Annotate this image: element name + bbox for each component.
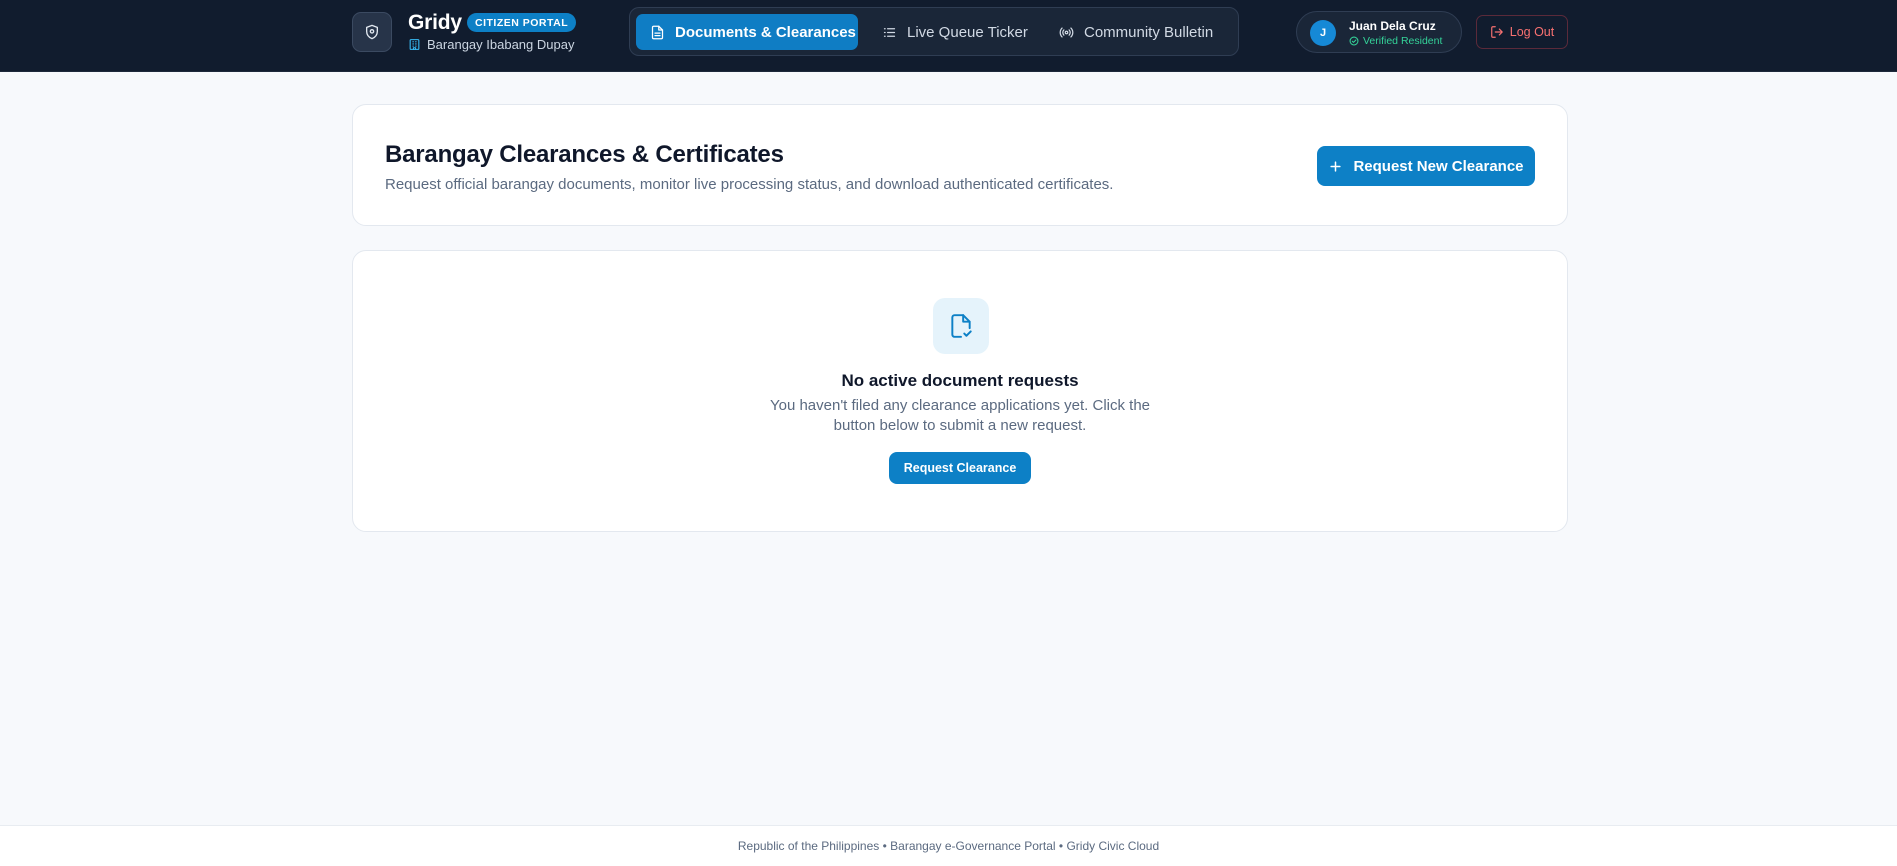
page-header-card: Barangay Clearances & Certificates Reque… <box>352 104 1568 226</box>
main-tabs: Documents & Clearances Live Queue Ticker… <box>629 7 1239 56</box>
check-circle-icon <box>1349 36 1359 46</box>
verification-status-label: Verified Resident <box>1363 35 1443 47</box>
tab-live-queue-ticker[interactable]: Live Queue Ticker <box>868 14 1042 50</box>
citizen-portal-badge: CITIZEN PORTAL <box>467 13 577 32</box>
empty-state-card: No active document requests You haven't … <box>352 250 1568 532</box>
plus-icon <box>1328 159 1343 174</box>
tab-label: Documents & Clearances <box>675 23 856 41</box>
broadcast-icon <box>1059 25 1074 40</box>
tab-label: Community Bulletin <box>1084 23 1214 41</box>
request-clearance-button[interactable]: Request Clearance <box>889 452 1031 484</box>
request-new-clearance-button[interactable]: Request New Clearance <box>1317 146 1535 186</box>
building-icon <box>408 38 421 51</box>
empty-state-message: You haven't filed any clearance applicat… <box>769 397 1151 434</box>
list-icon <box>882 25 897 40</box>
document-check-icon <box>933 298 989 354</box>
logout-label: Log Out <box>1509 25 1555 39</box>
footer-text: Republic of the Philippines • Barangay e… <box>737 839 1160 853</box>
empty-state-title: No active document requests <box>841 371 1079 390</box>
top-navigation-bar: Gridy CITIZEN PORTAL Barangay Ibabang Du… <box>0 0 1897 72</box>
page-title: Barangay Clearances & Certificates <box>385 141 784 168</box>
barangay-name: Barangay Ibabang Dupay <box>427 36 575 52</box>
user-name: Juan Dela Cruz <box>1349 19 1436 33</box>
document-icon <box>650 25 665 40</box>
barangay-location: Barangay Ibabang Dupay <box>408 36 574 52</box>
logout-icon <box>1490 25 1504 39</box>
user-profile-chip[interactable]: J Juan Dela Cruz Verified Resident <box>1296 11 1462 53</box>
logout-button[interactable]: Log Out <box>1476 15 1568 49</box>
avatar: J <box>1310 20 1336 46</box>
brand-name: Gridy <box>408 11 462 34</box>
tab-documents-clearances[interactable]: Documents & Clearances <box>636 14 858 50</box>
request-new-clearance-label: Request New Clearance <box>1353 157 1524 175</box>
page-footer: Republic of the Philippines • Barangay e… <box>0 825 1897 866</box>
verification-status: Verified Resident <box>1349 35 1442 47</box>
page-subtitle: Request official barangay documents, mon… <box>385 176 1114 193</box>
tab-label: Live Queue Ticker <box>907 23 1028 41</box>
shield-logo-icon[interactable] <box>352 12 392 52</box>
tab-community-bulletin[interactable]: Community Bulletin <box>1045 14 1227 50</box>
